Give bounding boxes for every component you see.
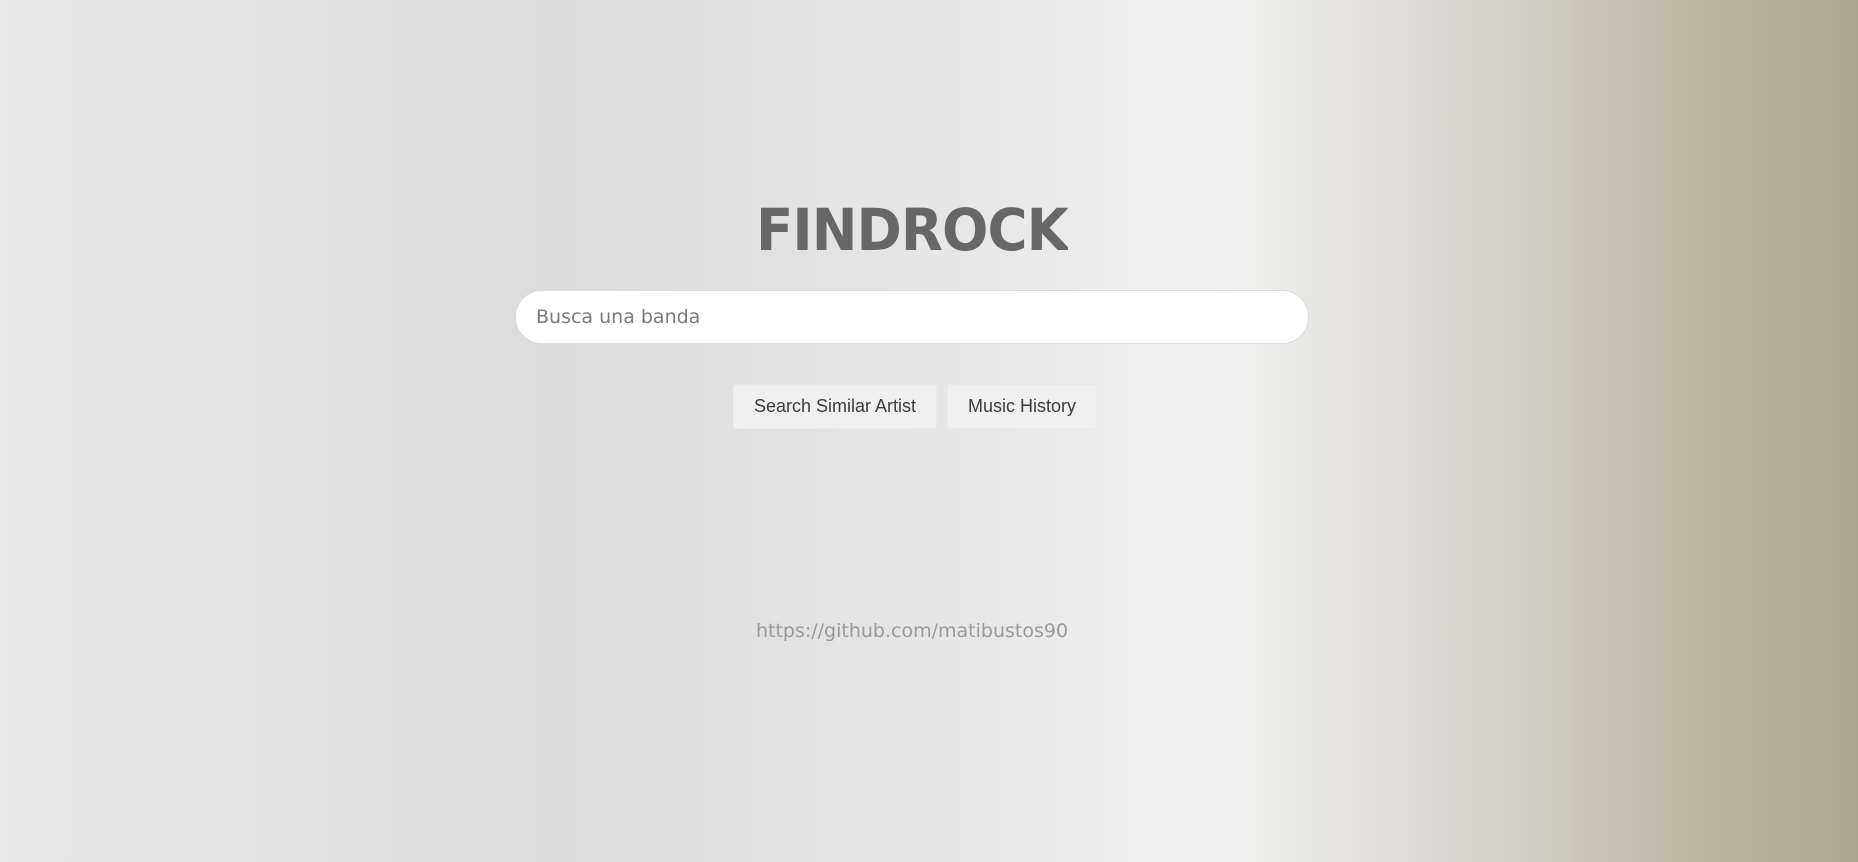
github-link[interactable]: https://github.com/matibustos90 bbox=[0, 620, 1824, 642]
search-similar-artist-button[interactable]: Search Similar Artist bbox=[733, 384, 938, 429]
search-bar[interactable] bbox=[515, 290, 1309, 344]
search-input[interactable] bbox=[534, 305, 1290, 329]
logo-text: FINDROCK bbox=[756, 200, 1068, 254]
music-history-button[interactable]: Music History bbox=[947, 384, 1098, 429]
action-buttons: Search Similar Artist Music History bbox=[733, 384, 1098, 429]
page: FINDROCK Search Similar Artist Music His… bbox=[0, 0, 1858, 862]
findrock-logo: FINDROCK bbox=[756, 200, 1068, 254]
